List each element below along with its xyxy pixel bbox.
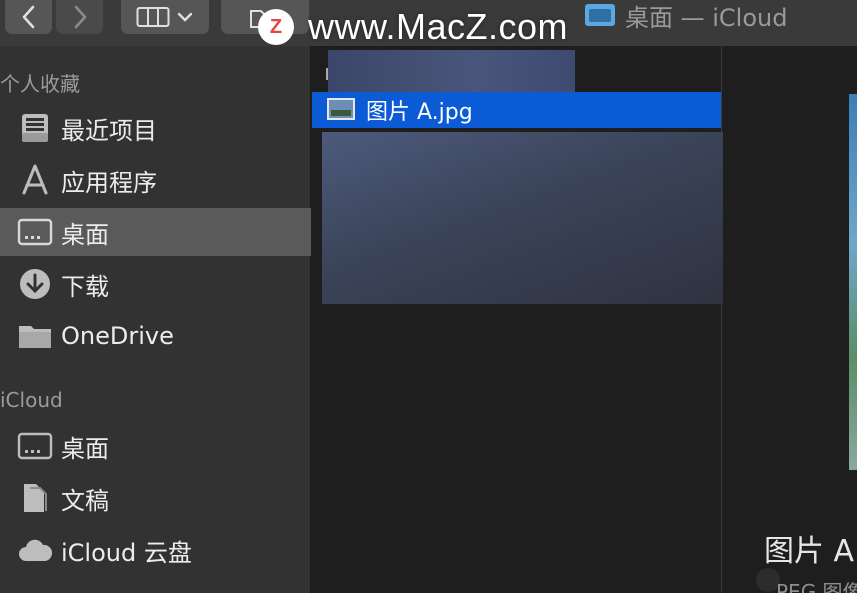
cloud-icon xyxy=(16,531,54,569)
sidebar-item-downloads[interactable]: 下载 xyxy=(0,260,311,308)
preview-image xyxy=(849,94,857,470)
column-view-icon xyxy=(136,7,170,27)
sidebar-item-label: OneDrive xyxy=(61,322,174,350)
preview-pane: 图片 A PEG 图像 xyxy=(723,46,857,593)
desktop-folder-icon xyxy=(585,4,615,26)
sidebar-item-label: 桌面 xyxy=(61,220,109,249)
chevron-down-icon xyxy=(177,12,193,22)
sidebar-item-desktop[interactable]: 桌面 xyxy=(0,208,311,256)
view-mode-button[interactable] xyxy=(121,0,209,34)
favorites-header: 个人收藏 xyxy=(0,72,80,96)
blurred-region xyxy=(328,50,575,92)
watermark-logo: Z xyxy=(258,9,294,45)
sidebar-item-icloud-desktop[interactable]: 桌面 xyxy=(0,422,311,470)
file-row-selected[interactable]: 图片 A.jpg xyxy=(312,92,721,128)
forward-button[interactable] xyxy=(56,0,103,34)
chevron-left-icon xyxy=(22,5,34,29)
folder-icon xyxy=(16,317,54,355)
blurred-region xyxy=(322,132,730,304)
image-file-icon xyxy=(327,98,355,120)
sidebar-item-recents[interactable]: 最近项目 xyxy=(0,104,311,152)
sidebar-item-onedrive[interactable]: OneDrive xyxy=(0,312,311,360)
chevron-right-icon xyxy=(74,5,86,29)
desktop-icon xyxy=(16,427,54,465)
preview-file-name: 图片 A xyxy=(764,534,855,569)
sidebar-item-label: iCloud 云盘 xyxy=(61,538,192,567)
toolbar: 桌面 — iCloud Z www.MacZ.com xyxy=(0,0,857,48)
watermark-logo-letter: Z xyxy=(269,15,283,38)
recents-icon xyxy=(16,109,54,147)
sidebar-item-label: 应用程序 xyxy=(61,168,157,197)
watermark: Z www.MacZ.com xyxy=(258,6,568,48)
sidebar-item-documents[interactable]: 文稿 xyxy=(0,474,311,522)
sidebar-item-label: 桌面 xyxy=(61,434,109,463)
sidebar-item-label: 文稿 xyxy=(61,486,109,515)
documents-icon xyxy=(16,479,54,517)
watermark-text: www.MacZ.com xyxy=(308,6,569,47)
file-name: 图片 A.jpg xyxy=(366,100,473,125)
preview-file-kind: PEG 图像 xyxy=(776,580,857,593)
sidebar-item-applications[interactable]: 应用程序 xyxy=(0,156,311,204)
applications-icon xyxy=(16,161,54,199)
sidebar: 个人收藏 最近项目 应用程序 桌面 下载 OneDrive iCloud 桌面 … xyxy=(0,46,311,593)
window-title-text: 桌面 — iCloud xyxy=(625,3,788,32)
icloud-header: iCloud xyxy=(0,388,63,412)
sidebar-item-label: 最近项目 xyxy=(61,116,157,145)
desktop-icon xyxy=(16,213,54,251)
sidebar-item-icloud-drive[interactable]: iCloud 云盘 xyxy=(0,526,311,574)
file-column: 图片 A.jpg xyxy=(312,46,752,593)
sidebar-item-label: 下载 xyxy=(61,272,109,301)
downloads-icon xyxy=(16,265,54,303)
back-button[interactable] xyxy=(5,0,52,34)
window-title: 桌面 — iCloud xyxy=(585,0,788,32)
